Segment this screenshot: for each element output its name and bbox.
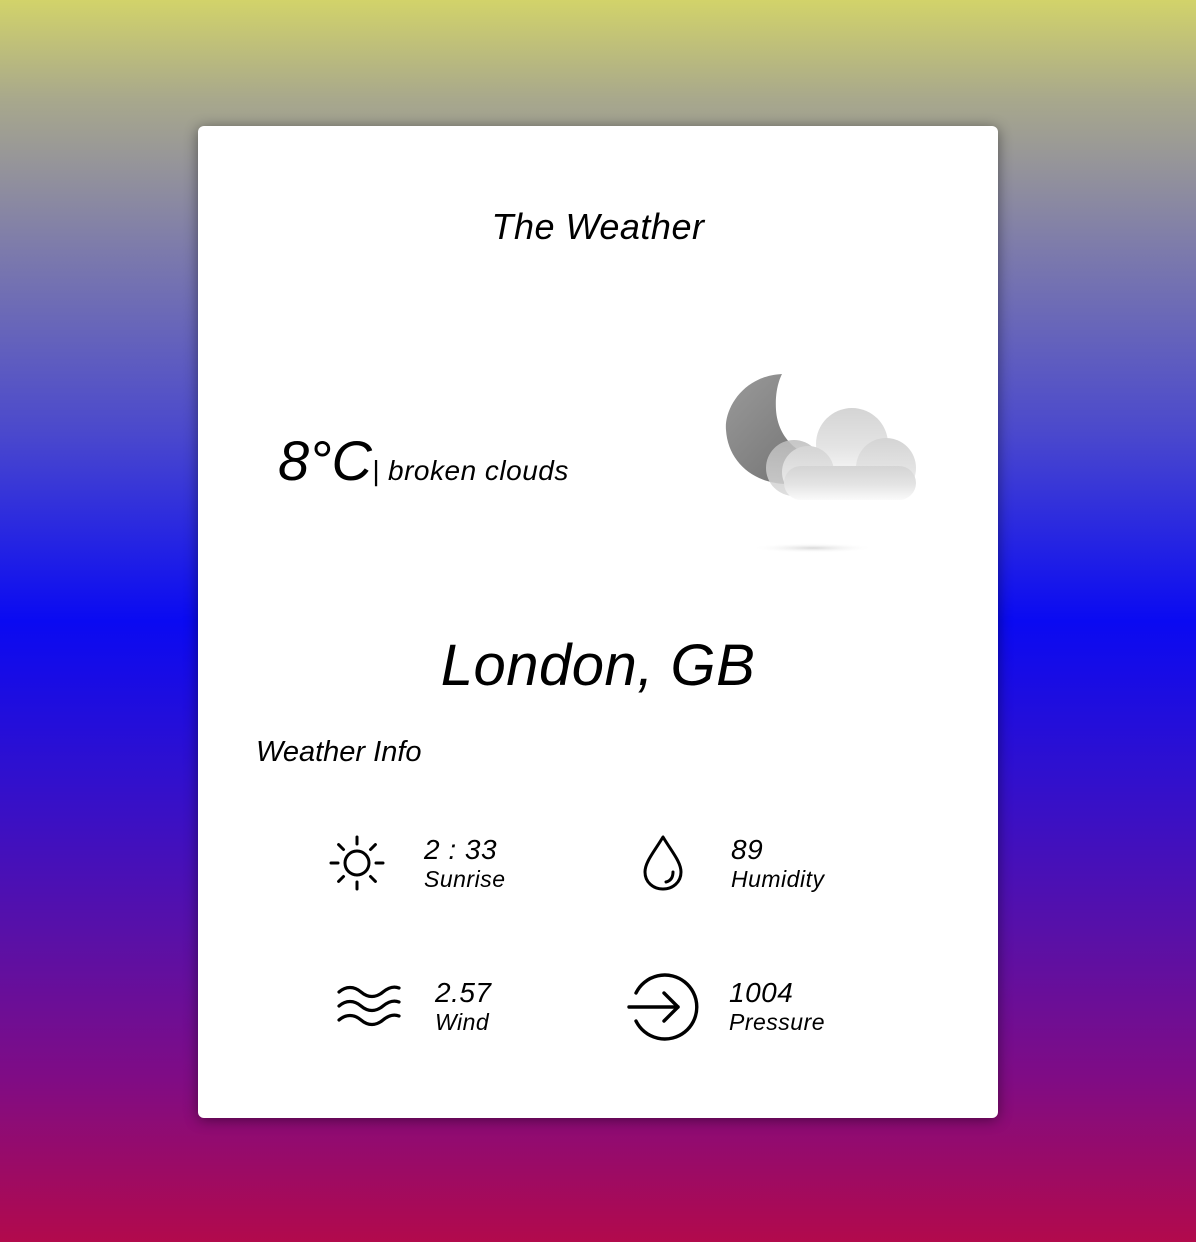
wind-label: Wind [435,1009,490,1035]
app-title: The Weather [491,206,705,247]
pressure-label: Pressure [729,1009,826,1035]
humidity-label: Humidity [731,866,825,892]
wind-value: 2.57 [435,977,492,1008]
weather-description: | broken clouds [371,455,569,486]
city-name: London, GB [440,633,756,698]
night-broken-clouds-icon [722,370,922,556]
wind-waves-icon [336,982,402,1035]
current-conditions: 8°C| broken clouds [278,428,569,493]
sunrise-value: 2 : 33 [424,834,498,865]
sunrise-label: Sunrise [424,866,506,892]
weather-info-heading: Weather Info [256,736,422,768]
arrow-circle-right-icon [626,971,700,1048]
temperature: 8°C [278,429,372,492]
water-drop-icon [640,834,686,897]
sun-icon [328,834,386,897]
weather-card: The Weather 8°C| broken clouds London, G… [198,126,998,1118]
humidity-value: 89 [731,834,764,865]
pressure-value: 1004 [729,977,794,1008]
